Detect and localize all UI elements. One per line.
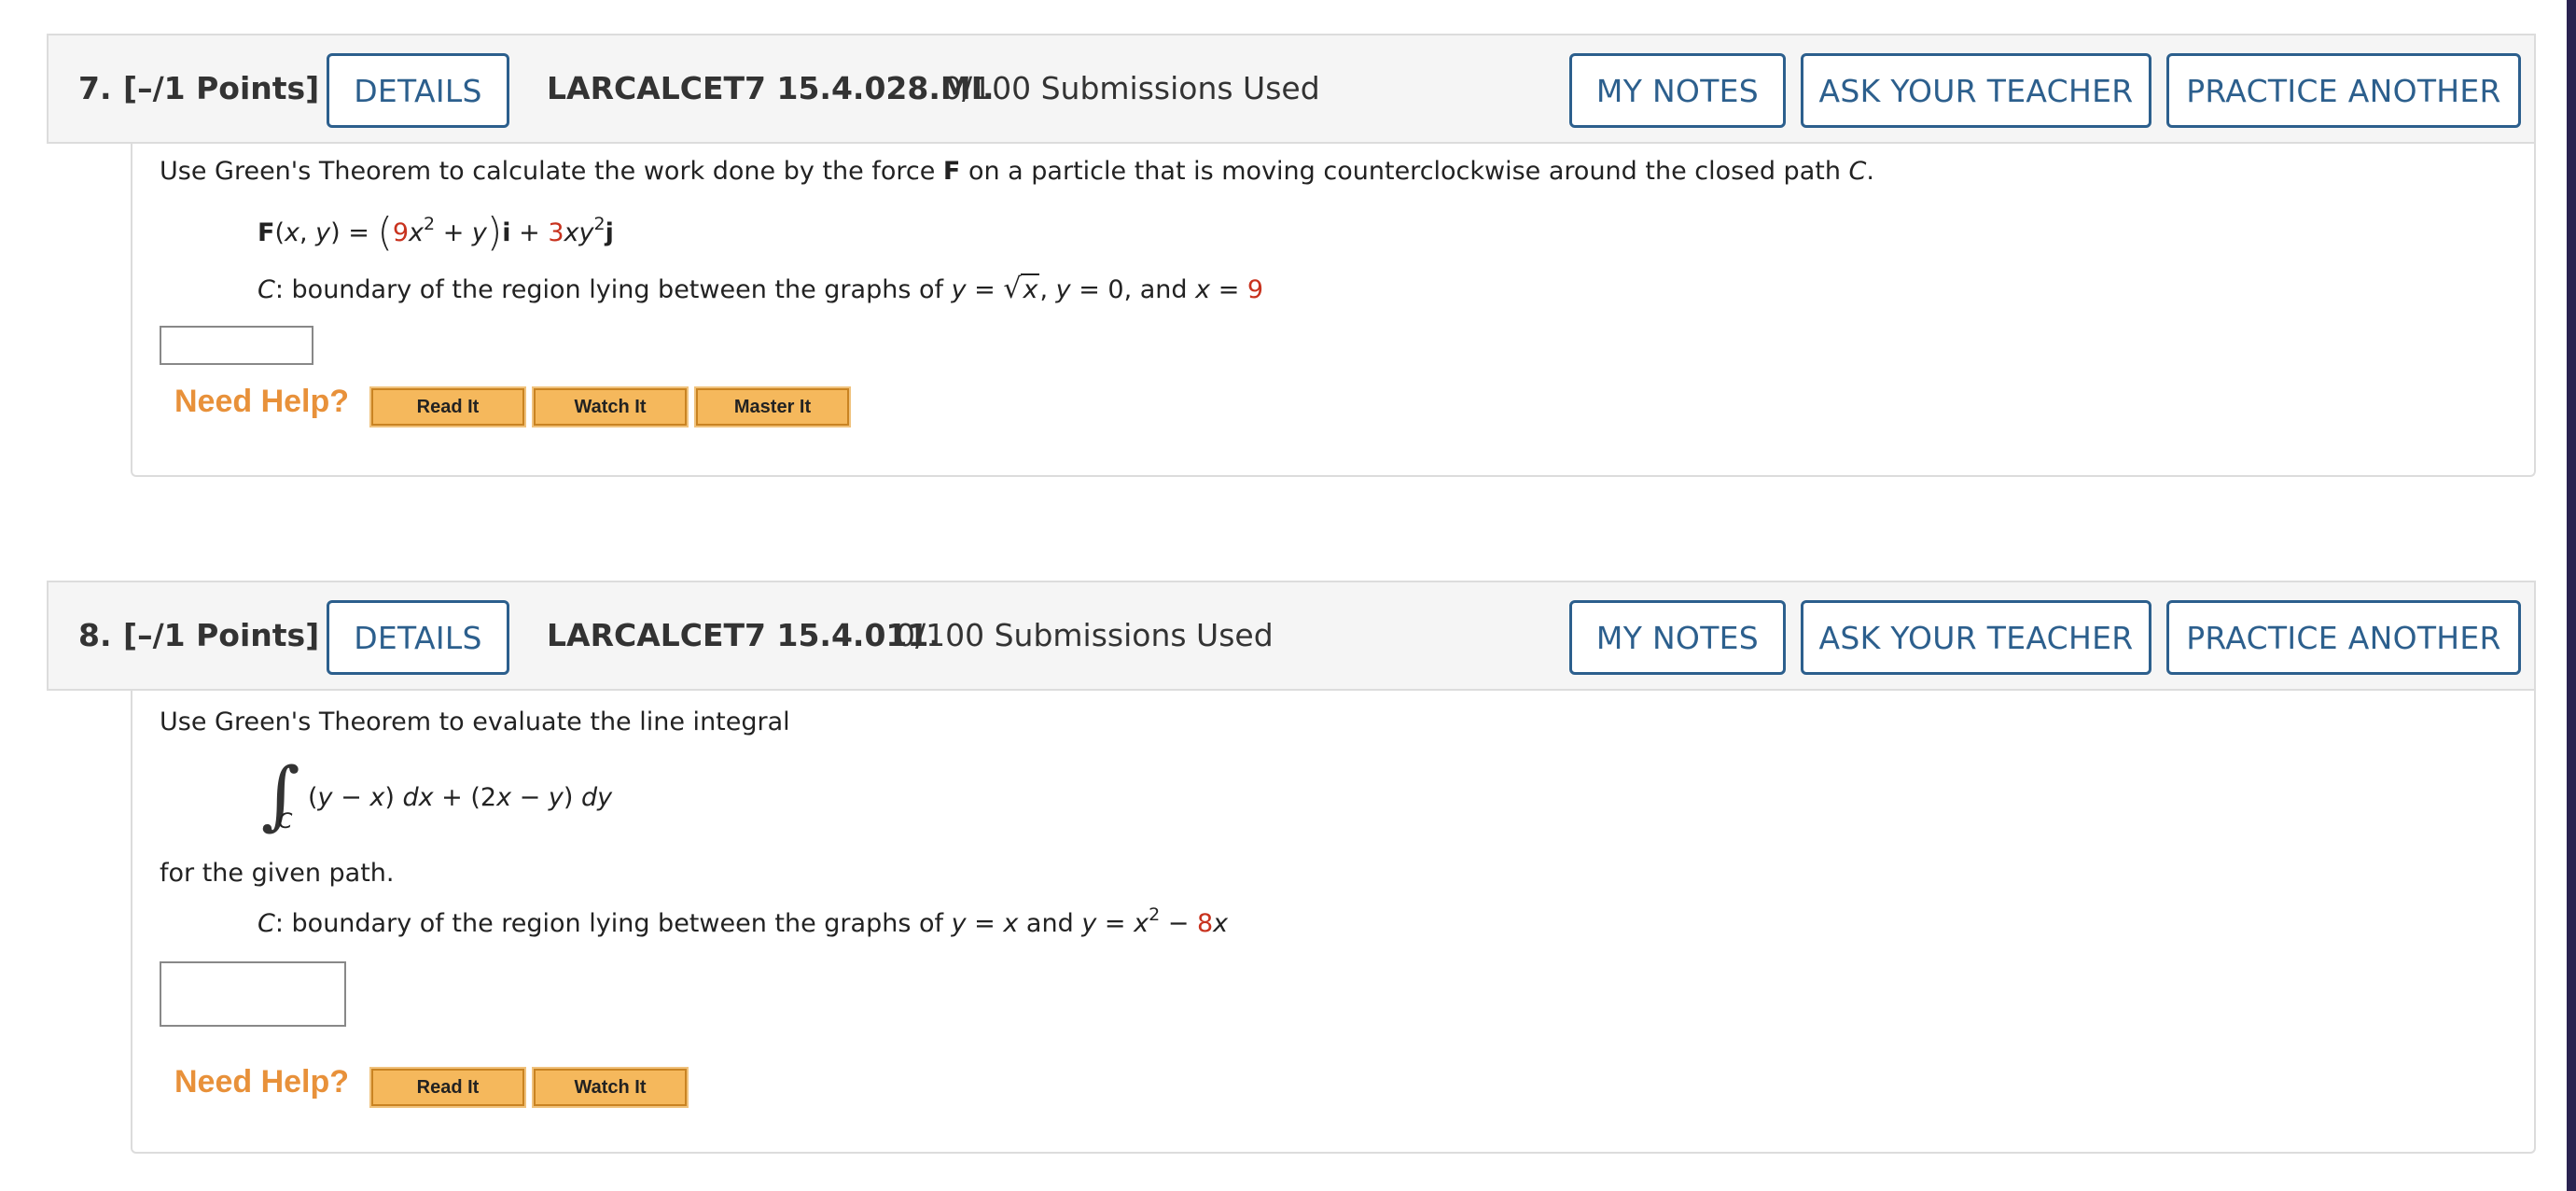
question-code: LARCALCET7 15.4.011. [547,617,940,653]
question-code: LARCALCET7 15.4.028.MI. [547,70,995,106]
details-button[interactable]: DETAILS [327,53,509,128]
submissions-used: 0/100 Submissions Used [942,70,1320,106]
need-help-label: Need Help? [174,384,350,419]
my-notes-button[interactable]: MY NOTES [1569,53,1786,128]
for-given-path-text: for the given path. [160,859,395,888]
my-notes-button[interactable]: MY NOTES [1569,600,1786,675]
watch-it-button[interactable]: Watch It [532,386,689,427]
window-edge [2567,0,2576,1191]
force-field-equation: F(x, y) = (9x2 + y)i + 3xy2j [258,209,614,255]
ask-your-teacher-button[interactable]: ASK YOUR TEACHER [1801,600,2151,675]
practice-another-button[interactable]: PRACTICE ANOTHER [2166,53,2521,128]
path-description: C: boundary of the region lying between … [258,273,1264,305]
question-7-header: 7. [–/1 Points] DETAILS LARCALCET7 15.4.… [47,34,2536,144]
question-number: 7. [78,70,112,106]
question-prompt: Use Green's Theorem to evaluate the line… [160,708,790,736]
read-it-button[interactable]: Read It [369,1067,526,1108]
ask-your-teacher-button[interactable]: ASK YOUR TEACHER [1801,53,2151,128]
submissions-used: 0/100 Submissions Used [896,617,1274,653]
integral-subscript: C [278,810,293,834]
answer-input[interactable] [160,326,313,365]
answer-input[interactable] [160,961,346,1027]
practice-another-button[interactable]: PRACTICE ANOTHER [2166,600,2521,675]
square-root: √x [1003,273,1040,305]
question-points: [–/1 Points] [123,617,320,653]
master-it-button[interactable]: Master It [694,386,851,427]
path-description: C: boundary of the region lying between … [258,904,1229,939]
watch-it-button[interactable]: Watch It [532,1067,689,1108]
question-7-body: Use Green's Theorem to calculate the wor… [131,144,2536,477]
question-prompt: Use Green's Theorem to calculate the wor… [160,157,1874,186]
question-8-header: 8. [–/1 Points] DETAILS LARCALCET7 15.4.… [47,581,2536,691]
line-integral-expression: (y − x) dx + (2x − y) dy [308,783,613,812]
read-it-button[interactable]: Read It [369,386,526,427]
question-points: [–/1 Points] [123,70,320,106]
details-button[interactable]: DETAILS [327,600,509,675]
question-8-body: Use Green's Theorem to evaluate the line… [131,691,2536,1154]
question-number: 8. [78,617,112,653]
need-help-label: Need Help? [174,1064,350,1100]
